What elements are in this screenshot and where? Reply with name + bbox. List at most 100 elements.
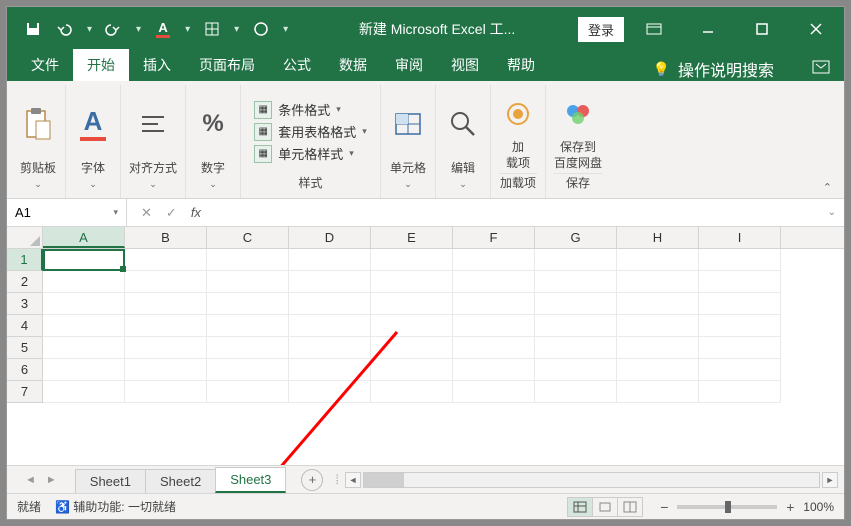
cell[interactable] <box>453 271 535 293</box>
view-normal-icon[interactable] <box>567 497 593 517</box>
cell[interactable] <box>371 381 453 403</box>
number-icon[interactable]: % <box>194 105 232 143</box>
tab-data[interactable]: 数据 <box>325 49 381 81</box>
cell[interactable] <box>125 271 207 293</box>
undo-icon[interactable] <box>53 17 77 41</box>
cell[interactable] <box>453 315 535 337</box>
cell[interactable] <box>453 381 535 403</box>
cancel-formula-icon[interactable]: ✕ <box>141 205 152 221</box>
cell[interactable] <box>535 315 617 337</box>
cell[interactable] <box>617 271 699 293</box>
new-sheet-button[interactable]: + <box>301 469 323 491</box>
font-color-qat-icon[interactable]: A <box>151 17 175 41</box>
cell[interactable] <box>289 359 371 381</box>
alignment-icon[interactable] <box>134 105 172 143</box>
format-as-table-button[interactable]: ▦套用表格格式 ▾ <box>254 122 367 141</box>
baidu-cloud-icon[interactable] <box>559 95 597 133</box>
tab-formulas[interactable]: 公式 <box>269 49 325 81</box>
cell[interactable] <box>535 381 617 403</box>
cell[interactable] <box>125 315 207 337</box>
fx-icon[interactable]: fx <box>191 205 201 221</box>
col-header-H[interactable]: H <box>617 227 699 248</box>
close-button[interactable] <box>792 14 840 44</box>
cell[interactable] <box>699 249 781 271</box>
cell[interactable] <box>289 315 371 337</box>
cell[interactable] <box>207 359 289 381</box>
row-header-2[interactable]: 2 <box>7 271 43 293</box>
cell[interactable] <box>43 359 125 381</box>
tell-me-input[interactable]: 操作说明搜索 <box>678 57 774 81</box>
tab-file[interactable]: 文件 <box>17 49 73 81</box>
formula-input[interactable] <box>215 199 820 226</box>
share-icon[interactable] <box>812 60 830 79</box>
cell[interactable] <box>207 293 289 315</box>
col-header-B[interactable]: B <box>125 227 207 248</box>
qat-customize[interactable]: ▾ <box>281 24 290 35</box>
expand-formula-bar-icon[interactable]: ⌄ <box>820 207 844 218</box>
cell[interactable] <box>699 381 781 403</box>
col-header-A[interactable]: A <box>43 227 125 248</box>
zoom-level[interactable]: 100% <box>803 500 834 514</box>
minimize-button[interactable] <box>684 14 732 44</box>
find-icon[interactable] <box>444 105 482 143</box>
cell[interactable] <box>125 359 207 381</box>
cell[interactable] <box>125 337 207 359</box>
maximize-button[interactable] <box>738 14 786 44</box>
cell[interactable] <box>207 271 289 293</box>
zoom-slider[interactable] <box>677 505 777 509</box>
row-header-6[interactable]: 6 <box>7 359 43 381</box>
cell[interactable] <box>453 359 535 381</box>
cell[interactable] <box>289 293 371 315</box>
col-header-G[interactable]: G <box>535 227 617 248</box>
name-box[interactable]: A1▾ <box>7 199 127 226</box>
row-header-3[interactable]: 3 <box>7 293 43 315</box>
scroll-left-button[interactable]: ◄ <box>345 472 361 488</box>
paste-icon[interactable] <box>19 105 57 143</box>
cell[interactable] <box>289 381 371 403</box>
tab-insert[interactable]: 插入 <box>129 49 185 81</box>
cell[interactable] <box>207 337 289 359</box>
cell[interactable] <box>289 337 371 359</box>
sheet-tab-3[interactable]: Sheet3 <box>215 467 286 493</box>
qat-dropdown-4[interactable]: ▾ <box>232 24 241 35</box>
qat-dropdown-3[interactable]: ▾ <box>183 24 192 35</box>
cell[interactable] <box>125 293 207 315</box>
row-header-4[interactable]: 4 <box>7 315 43 337</box>
cell[interactable] <box>207 381 289 403</box>
cell[interactable] <box>371 293 453 315</box>
cell[interactable] <box>43 271 125 293</box>
select-all-corner[interactable] <box>7 227 43 248</box>
col-header-I[interactable]: I <box>699 227 781 248</box>
cell[interactable] <box>371 315 453 337</box>
cell[interactable] <box>125 381 207 403</box>
cell[interactable] <box>699 359 781 381</box>
cell-styles-button[interactable]: ▦单元格样式 ▾ <box>254 144 367 163</box>
cell[interactable] <box>617 315 699 337</box>
cell[interactable] <box>617 249 699 271</box>
cell[interactable] <box>43 293 125 315</box>
tab-review[interactable]: 审阅 <box>381 49 437 81</box>
enter-formula-icon[interactable]: ✓ <box>166 205 177 221</box>
cell[interactable] <box>453 337 535 359</box>
font-icon[interactable]: A <box>74 105 112 143</box>
cell[interactable] <box>289 271 371 293</box>
tab-page-layout[interactable]: 页面布局 <box>185 49 269 81</box>
cell[interactable] <box>535 271 617 293</box>
col-header-F[interactable]: F <box>453 227 535 248</box>
cell[interactable] <box>699 271 781 293</box>
sheet-nav-prev-icon[interactable]: ◄ <box>25 474 36 486</box>
cell[interactable] <box>371 359 453 381</box>
row-header-7[interactable]: 7 <box>7 381 43 403</box>
cell[interactable] <box>535 249 617 271</box>
accessibility-status[interactable]: ♿ 辅助功能: 一切就绪 <box>55 498 176 515</box>
cell[interactable] <box>453 293 535 315</box>
cell[interactable] <box>617 359 699 381</box>
cell[interactable] <box>125 249 207 271</box>
col-header-C[interactable]: C <box>207 227 289 248</box>
horizontal-scrollbar[interactable] <box>363 472 820 488</box>
sheet-tab-1[interactable]: Sheet1 <box>75 469 146 493</box>
cell[interactable] <box>453 249 535 271</box>
tab-help[interactable]: 帮助 <box>493 49 549 81</box>
view-page-break-icon[interactable] <box>617 497 643 517</box>
cell[interactable] <box>371 337 453 359</box>
